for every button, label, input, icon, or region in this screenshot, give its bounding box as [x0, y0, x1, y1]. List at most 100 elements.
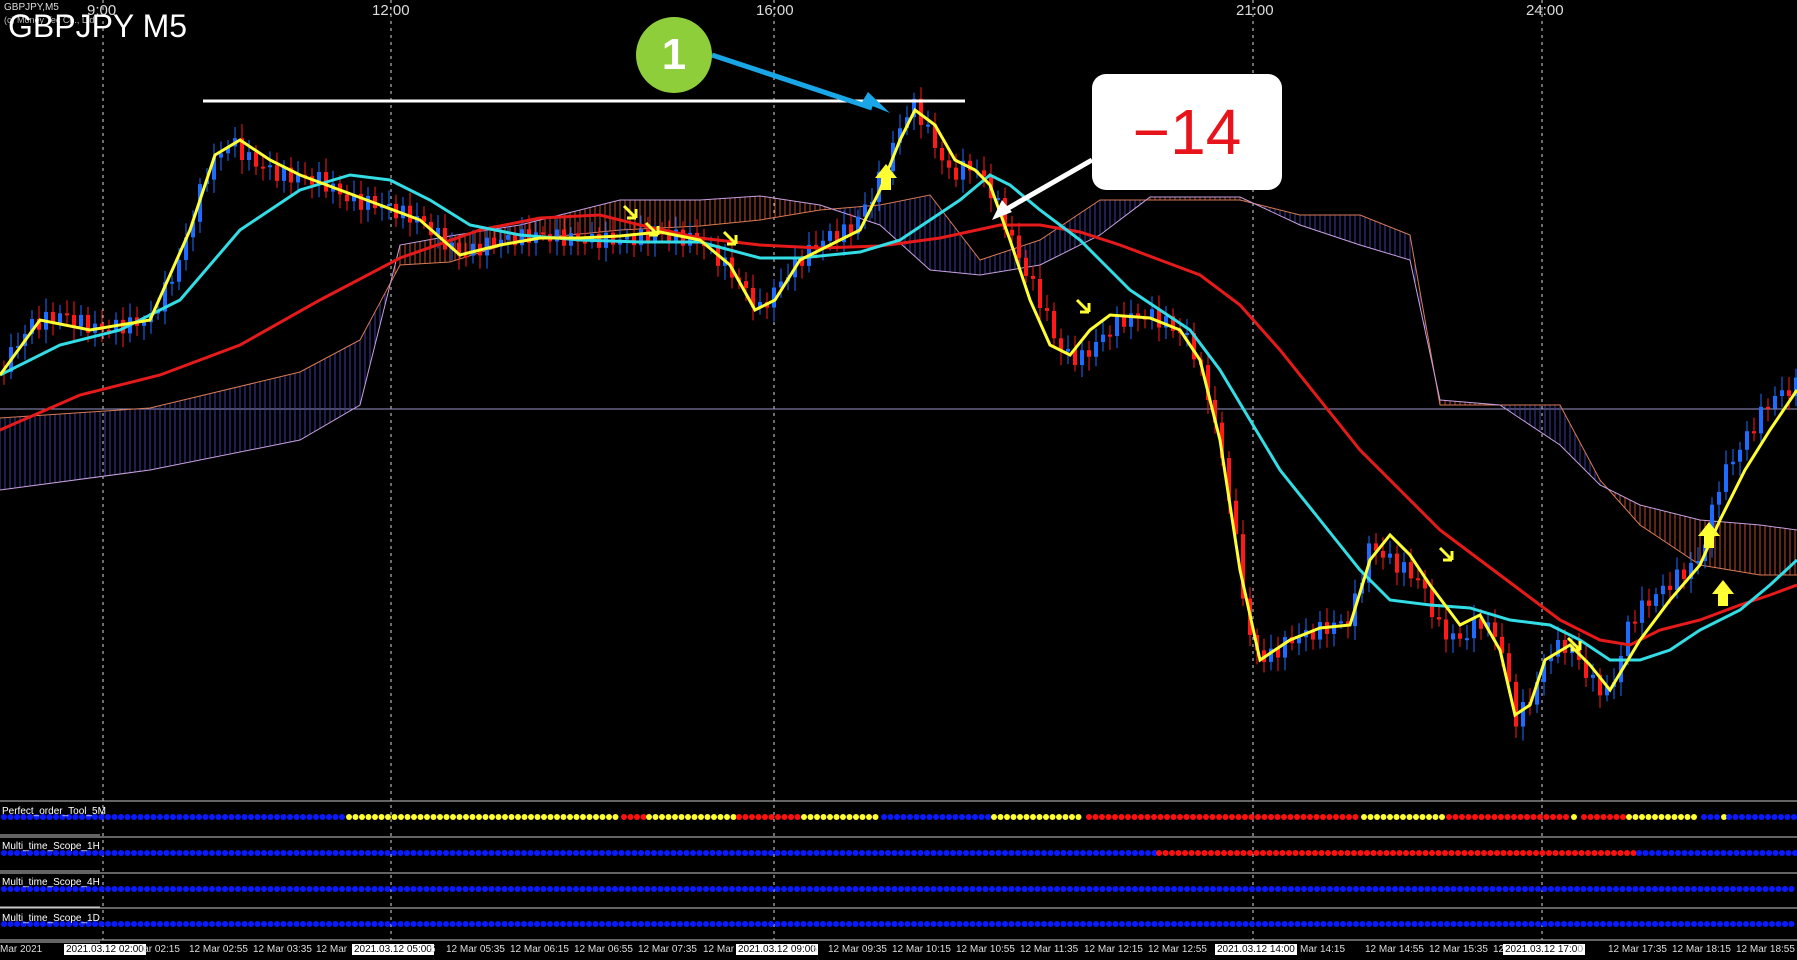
signal-dot	[1668, 850, 1675, 856]
time-axis-label: 12 Mar 07:35	[638, 944, 697, 955]
signal-dot	[1273, 850, 1279, 856]
signal-dot	[209, 886, 215, 892]
signal-dot	[1526, 850, 1533, 856]
signal-dot	[670, 850, 677, 856]
signal-dot	[1067, 886, 1073, 892]
signal-dot	[137, 921, 144, 927]
signal-dot	[995, 886, 1002, 892]
signal-dot	[1611, 850, 1617, 856]
signal-dot	[1524, 814, 1530, 820]
candle-body	[954, 167, 958, 180]
signal-dot	[105, 886, 111, 892]
candle-body	[408, 205, 412, 223]
signal-dot	[1791, 814, 1797, 820]
signal-dot	[644, 921, 651, 927]
signal-dot	[411, 814, 417, 820]
signal-dot	[1498, 814, 1504, 820]
signal-dot	[1476, 921, 1483, 927]
signal-dot	[846, 921, 852, 927]
signal-dot	[717, 814, 724, 820]
signal-dot	[1086, 814, 1092, 820]
time-axis-label: 12 Mar 12:55	[1148, 944, 1207, 955]
candle-body	[940, 147, 944, 161]
signal-dot	[1550, 814, 1556, 820]
signal-dot	[826, 921, 833, 927]
signal-dot	[722, 921, 729, 927]
candle-body	[268, 165, 272, 168]
signal-dot	[560, 814, 567, 820]
signal-dot	[157, 850, 163, 856]
signal-dot	[1112, 814, 1118, 820]
signal-dot	[761, 886, 768, 892]
signal-dot	[1385, 886, 1392, 892]
price-chart[interactable]	[0, 0, 1797, 960]
signal-dot	[774, 886, 781, 892]
signal-dot	[924, 921, 930, 927]
signal-dot	[1483, 886, 1489, 892]
signal-dot	[514, 850, 521, 856]
signal-dot	[742, 850, 748, 856]
signal-dot	[657, 921, 664, 927]
signal-dot	[1594, 814, 1600, 820]
hour-label: 21:00	[1236, 2, 1274, 19]
signal-dot	[378, 850, 384, 856]
signal-dot	[1470, 921, 1476, 927]
signal-dot	[1346, 886, 1353, 892]
candle-body	[611, 232, 615, 245]
signal-dot	[900, 814, 907, 820]
signal-dot	[1678, 814, 1684, 820]
signal-dot	[287, 850, 293, 856]
signal-dot	[365, 886, 371, 892]
signal-dot	[118, 850, 124, 856]
indicator-label-perfect-order: Perfect_order_Tool_5M	[2, 806, 106, 817]
signal-dot	[345, 886, 352, 892]
signal-dot	[371, 850, 378, 856]
signal-dot	[404, 886, 410, 892]
signal-dot	[456, 886, 462, 892]
signal-dot	[749, 814, 755, 820]
signal-dot	[937, 886, 943, 892]
signal-dot	[1099, 814, 1105, 820]
signal-dot	[1216, 921, 1223, 927]
signal-dot	[1325, 850, 1331, 856]
signal-dot	[1008, 886, 1015, 892]
signal-dot	[1002, 850, 1008, 856]
signal-dot	[685, 814, 691, 820]
signal-dot	[111, 921, 118, 927]
signal-dot	[196, 921, 202, 927]
signal-dot	[670, 921, 677, 927]
signal-dot	[144, 850, 150, 856]
candle-body	[1094, 341, 1098, 357]
signal-dot	[1367, 814, 1374, 820]
signal-dot	[1169, 850, 1175, 856]
signal-dot	[1500, 850, 1507, 856]
signal-dot	[124, 921, 131, 927]
signal-dot	[709, 850, 716, 856]
signal-dot	[1320, 814, 1326, 820]
signal-dot	[963, 921, 969, 927]
signal-dot	[150, 814, 157, 820]
signal-dot	[1489, 921, 1496, 927]
signal-dot	[1209, 814, 1216, 820]
signal-dot	[1164, 921, 1171, 927]
candle-body	[1738, 449, 1742, 462]
signal-dot	[606, 814, 612, 820]
signal-dot	[248, 814, 254, 820]
signal-dot	[261, 921, 267, 927]
signal-dot	[1210, 921, 1216, 927]
signal-dot	[358, 921, 365, 927]
signal-dot	[306, 850, 313, 856]
signal-dot	[456, 850, 462, 856]
signal-dot	[1138, 921, 1145, 927]
signal-dot	[1626, 886, 1632, 892]
time-axis-label: 12 Mar 12:15	[1084, 944, 1143, 955]
signal-dot	[768, 886, 774, 892]
signal-dot	[924, 850, 930, 856]
signal-dot	[1496, 921, 1502, 927]
candle-body	[926, 124, 930, 127]
signal-dot	[1620, 814, 1626, 820]
signal-dot	[1249, 886, 1255, 892]
signal-dot	[397, 850, 404, 856]
signal-dot	[495, 921, 501, 927]
signal-dot	[781, 814, 788, 820]
